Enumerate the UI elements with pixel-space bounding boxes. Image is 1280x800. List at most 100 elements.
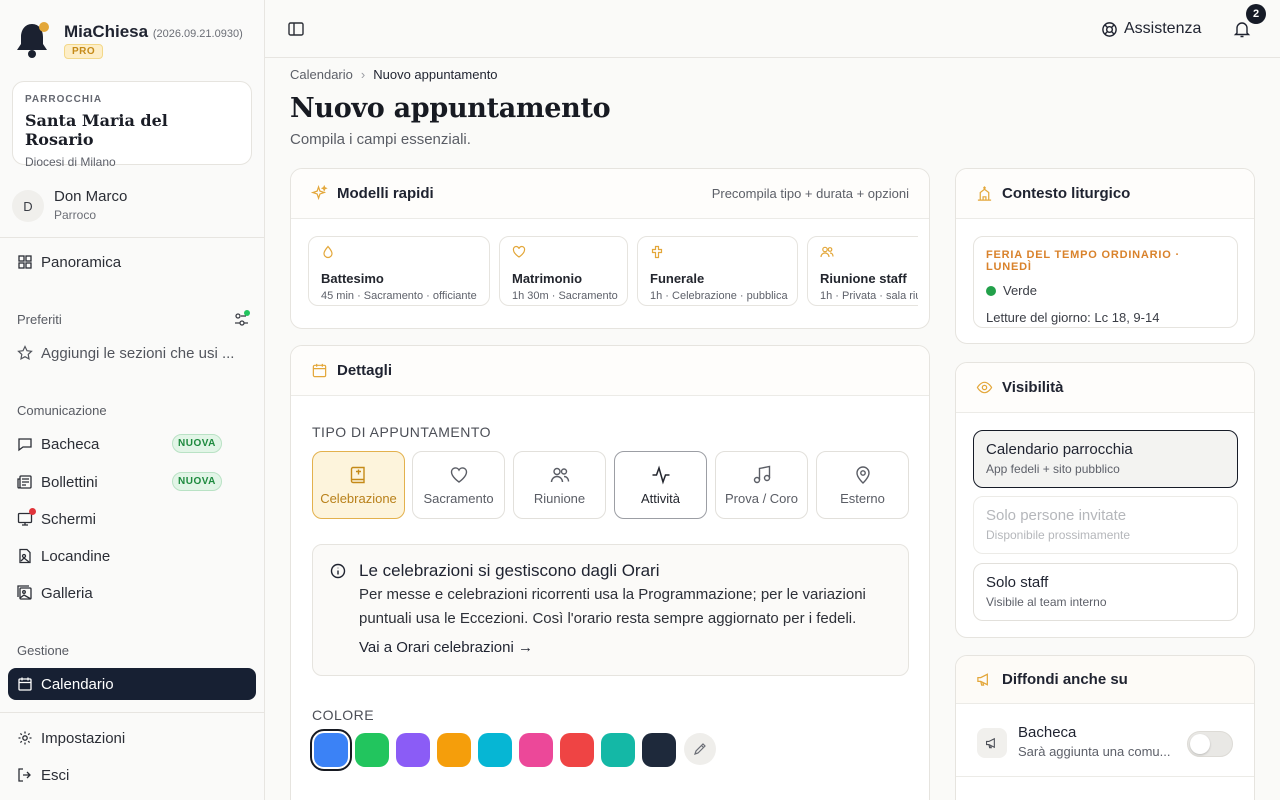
liturgy-color-label: Verde: [1003, 283, 1037, 298]
type-celebrazione[interactable]: Celebrazione: [312, 451, 405, 519]
sidebar-item-label: Calendario: [41, 675, 114, 693]
sidebar-item-label: Schermi: [41, 510, 97, 528]
user-profile[interactable]: D Don Marco Parroco: [12, 186, 252, 226]
sidebar-item-bollettini[interactable]: Bollettini NUOVA: [8, 466, 256, 498]
sidebar-item-overview[interactable]: Panoramica: [8, 246, 256, 278]
type-riunione[interactable]: Riunione: [513, 451, 606, 519]
brand[interactable]: MiaChiesa (2026.09.21.0930) PRO: [14, 16, 254, 64]
type-label-text: Riunione: [533, 490, 586, 506]
option-title: Calendario parrocchia: [986, 441, 1133, 458]
logout-button[interactable]: Esci: [8, 759, 256, 791]
page-subtitle: Compila i campi essenziali.: [290, 131, 471, 148]
model-meta: 45 min · Sacramento · officiante: [321, 290, 477, 302]
type-label: TIPO DI APPUNTAMENTO: [312, 424, 492, 440]
type-label-text: Celebrazione: [320, 490, 397, 506]
schedule-link[interactable]: Vai a Orari celebrazioni →: [359, 639, 533, 656]
type-esterno[interactable]: Esterno: [816, 451, 909, 519]
custom-color-button[interactable]: [684, 733, 716, 765]
parish-label: PARROCCHIA: [25, 94, 103, 105]
info-icon: [330, 563, 346, 579]
type-label-text: Sacramento: [423, 490, 494, 506]
color-swatch[interactable]: [437, 733, 471, 767]
favorites-settings-icon[interactable]: [233, 310, 251, 328]
visibility-card: Visibilità Calendario parrocchia App fed…: [955, 362, 1255, 638]
color-swatch[interactable]: [478, 733, 512, 767]
favorites-section-label: Preferiti: [17, 312, 62, 327]
brand-title: MiaChiesa: [64, 22, 149, 41]
color-label: COLORE: [312, 707, 375, 723]
parish-card[interactable]: PARROCCHIA Santa Maria del Rosario Dioce…: [12, 81, 252, 169]
model-meta: 1h · Privata · sala riu: [820, 290, 918, 302]
map-pin-icon: [855, 465, 870, 484]
info-body: Per messe e celebrazioni ricorrenti usa …: [359, 586, 866, 627]
color-swatch[interactable]: [519, 733, 553, 767]
liturgy-title: Contesto liturgico: [1002, 185, 1131, 202]
sidebar-toggle-icon[interactable]: [287, 20, 305, 38]
type-attivita[interactable]: Attività: [614, 451, 707, 519]
add-favorites-button[interactable]: Aggiungi le sezioni che usi ...: [8, 337, 256, 369]
sidebar-item-calendario[interactable]: Calendario: [8, 668, 256, 700]
bell-logo-icon: [17, 22, 49, 58]
star-icon: [17, 345, 33, 361]
type-prova-coro[interactable]: Prova / Coro: [715, 451, 808, 519]
help-button[interactable]: Assistenza: [1101, 18, 1201, 40]
notifications-bell-icon[interactable]: [1233, 20, 1251, 38]
spread-bacheca-toggle[interactable]: [1187, 731, 1233, 757]
model-meta: 1h 30m · Sacramento: [512, 290, 618, 302]
visibility-option-staff-only[interactable]: Solo staff Visibile al team interno: [973, 563, 1238, 621]
type-label-text: Prova / Coro: [725, 490, 798, 506]
liturgy-color: Verde: [986, 283, 1225, 298]
top-bar: Assistenza 2: [265, 0, 1280, 58]
quick-models-card: Modelli rapidi Precompila tipo + durata …: [290, 168, 930, 329]
avatar: D: [12, 190, 44, 222]
model-battesimo[interactable]: Battesimo 45 min · Sacramento · offician…: [308, 236, 490, 306]
newspaper-icon: [17, 475, 32, 489]
model-name: Battesimo: [321, 271, 384, 286]
color-swatch[interactable]: [642, 733, 676, 767]
sidebar-item-galleria[interactable]: Galleria: [8, 577, 256, 609]
quick-models-scroller[interactable]: Battesimo 45 min · Sacramento · offician…: [291, 169, 918, 328]
divider: [0, 237, 264, 238]
model-riunione-staff[interactable]: Riunione staff 1h · Privata · sala riu: [807, 236, 918, 306]
notifications-count-badge: 2: [1246, 4, 1266, 24]
poster-icon: [19, 548, 31, 564]
alert-dot: [29, 508, 36, 515]
gear-icon: [18, 731, 32, 745]
music-icon: [753, 465, 770, 483]
liturgy-day: FERIA DEL TEMPO ORDINARIO · LUNEDÌ: [986, 249, 1180, 273]
sidebar: MiaChiesa (2026.09.21.0930) PRO PARROCCH…: [0, 0, 265, 800]
spread-item-title: Bacheca: [1018, 724, 1077, 741]
visibility-option-invited-only: Solo persone invitate Disponibile prossi…: [973, 496, 1238, 554]
model-matrimonio[interactable]: Matrimonio 1h 30m · Sacramento: [499, 236, 628, 306]
breadcrumb-chevron-icon: ›: [360, 67, 366, 82]
liturgy-header: Contesto liturgico: [956, 169, 1254, 219]
sidebar-item-locandine[interactable]: Locandine: [8, 540, 256, 572]
user-role: Parroco: [54, 208, 97, 222]
add-favorites-label: Aggiungi le sezioni che usi ...: [41, 344, 235, 362]
model-name: Funerale: [650, 271, 705, 286]
visibility-title: Visibilità: [1002, 379, 1064, 396]
new-badge: NUOVA: [172, 472, 222, 491]
sidebar-item-schermi[interactable]: Schermi: [8, 503, 256, 535]
sidebar-item-label: Impostazioni: [41, 729, 126, 747]
parish-name: Santa Maria del Rosario: [25, 111, 168, 149]
type-sacramento[interactable]: Sacramento: [412, 451, 505, 519]
liturgy-readings: Letture del giorno: Lc 18, 9-14: [986, 310, 1160, 325]
color-swatch[interactable]: [396, 733, 430, 767]
color-swatch[interactable]: [355, 733, 389, 767]
sidebar-item-impostazioni[interactable]: Impostazioni: [8, 722, 256, 754]
plan-badge: PRO: [64, 44, 104, 59]
option-title: Solo staff: [986, 574, 1049, 591]
spread-title: Diffondi anche su: [1002, 671, 1128, 688]
gallery-icon: [17, 585, 32, 600]
color-swatch[interactable]: [601, 733, 635, 767]
brand-version: (2026.09.21.0930): [152, 28, 243, 40]
visibility-option-parish-calendar[interactable]: Calendario parrocchia App fedeli + sito …: [973, 430, 1238, 488]
sidebar-item-label: Galleria: [41, 584, 93, 602]
color-swatch[interactable]: [560, 733, 594, 767]
breadcrumb-parent[interactable]: Calendario: [290, 67, 353, 82]
model-funerale[interactable]: Funerale 1h · Celebrazione · pubblica: [637, 236, 798, 306]
model-name: Riunione staff: [820, 271, 907, 286]
color-swatch[interactable]: [310, 729, 352, 771]
sidebar-item-bacheca[interactable]: Bacheca NUOVA: [8, 428, 256, 460]
